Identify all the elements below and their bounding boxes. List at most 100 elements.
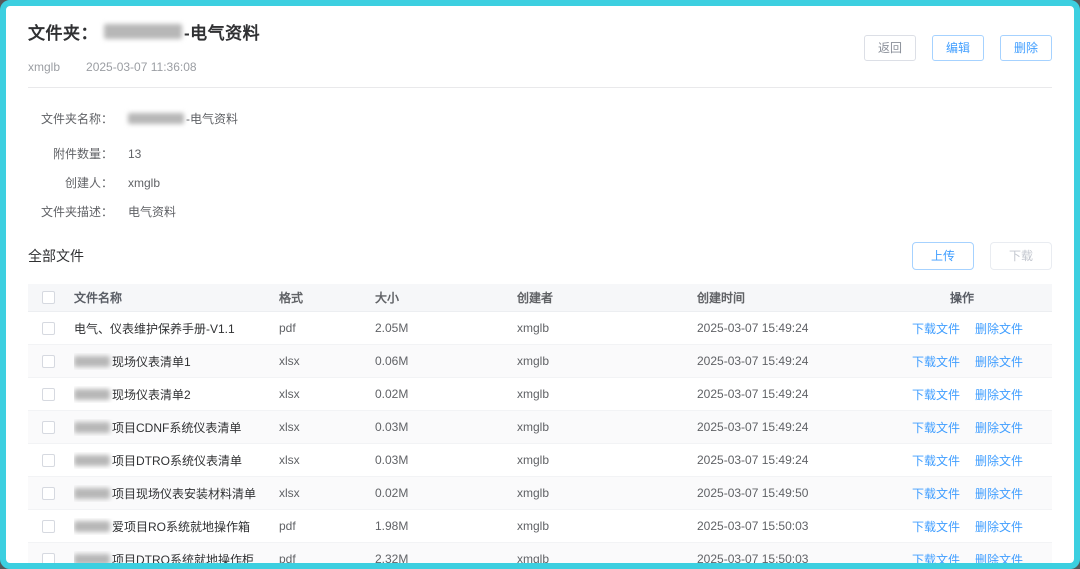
row-checkbox[interactable] <box>42 487 55 500</box>
row-checkbox[interactable] <box>42 553 55 566</box>
info-row-folder-name: 文件夹名称： -电气资料 <box>28 110 1052 127</box>
file-name-cell: 现场仪表清单1 <box>74 353 279 370</box>
table-row: 项目DTRO系统就地操作柜 pdf 2.32M xmglb 2025-03-07… <box>28 543 1052 569</box>
download-file-link[interactable]: 下载文件 <box>912 320 960 337</box>
file-name-text: 项目DTRO系统就地操作柜 <box>112 551 254 568</box>
row-checkbox-cell <box>28 553 74 566</box>
row-checkbox[interactable] <box>42 355 55 368</box>
delete-file-link[interactable]: 删除文件 <box>975 386 1023 403</box>
row-checkbox-cell <box>28 454 74 467</box>
file-format: xlsx <box>279 486 375 500</box>
download-file-link[interactable]: 下载文件 <box>912 353 960 370</box>
page-title-suffix: -电气资料 <box>184 19 260 44</box>
file-format: xlsx <box>279 354 375 368</box>
download-file-link[interactable]: 下载文件 <box>912 485 960 502</box>
column-header-size: 大小 <box>375 289 517 306</box>
file-size: 0.02M <box>375 387 517 401</box>
row-checkbox-cell <box>28 520 74 533</box>
file-operations: 下载文件 删除文件 <box>912 452 1052 469</box>
download-file-link[interactable]: 下载文件 <box>912 452 960 469</box>
info-label: 文件夹名称： <box>28 110 113 127</box>
file-size: 1.98M <box>375 519 517 533</box>
edit-button[interactable]: 编辑 <box>932 35 984 61</box>
download-button[interactable]: 下载 <box>990 242 1052 270</box>
row-checkbox[interactable] <box>42 421 55 434</box>
row-checkbox-cell <box>28 355 74 368</box>
row-checkbox[interactable] <box>42 388 55 401</box>
file-created: 2025-03-07 15:49:24 <box>697 321 912 335</box>
file-format: pdf <box>279 552 375 566</box>
delete-file-link[interactable]: 删除文件 <box>975 452 1023 469</box>
redacted-folder-name <box>104 24 182 39</box>
file-table-header: 文件名称 格式 大小 创建者 创建时间 操作 <box>28 284 1052 312</box>
file-size: 2.32M <box>375 552 517 566</box>
redacted-name-prefix <box>74 389 110 400</box>
info-label: 附件数量： <box>28 145 113 162</box>
file-size: 0.03M <box>375 420 517 434</box>
column-header-file-name: 文件名称 <box>74 289 279 306</box>
file-name-text: 项目现场仪表安装材料清单 <box>112 485 256 502</box>
info-value: -电气资料 <box>128 110 238 127</box>
delete-file-link[interactable]: 删除文件 <box>975 320 1023 337</box>
file-operations: 下载文件 删除文件 <box>912 518 1052 535</box>
redacted-name-prefix <box>74 422 110 433</box>
file-operations: 下载文件 删除文件 <box>912 419 1052 436</box>
column-header-creator: 创建者 <box>517 289 697 306</box>
app-window: 文件夹： -电气资料 xmglb 2025-03-07 11:36:08 返回 … <box>0 0 1080 569</box>
redacted-folder-name <box>128 113 184 124</box>
file-table-body: 电气、仪表维护保养手册-V1.1 pdf 2.05M xmglb 2025-03… <box>28 312 1052 569</box>
info-label: 文件夹描述： <box>28 203 113 220</box>
row-checkbox[interactable] <box>42 520 55 533</box>
delete-file-link[interactable]: 删除文件 <box>975 518 1023 535</box>
file-created: 2025-03-07 15:49:24 <box>697 453 912 467</box>
file-created: 2025-03-07 15:50:03 <box>697 552 912 566</box>
file-creator: xmglb <box>517 519 697 533</box>
table-row: 项目CDNF系统仪表清单 xlsx 0.03M xmglb 2025-03-07… <box>28 411 1052 444</box>
header-checkbox-cell <box>28 291 74 304</box>
file-name-text: 项目CDNF系统仪表清单 <box>112 419 241 436</box>
download-file-link[interactable]: 下载文件 <box>912 518 960 535</box>
table-row: 电气、仪表维护保养手册-V1.1 pdf 2.05M xmglb 2025-03… <box>28 312 1052 345</box>
file-created: 2025-03-07 15:50:03 <box>697 519 912 533</box>
delete-file-link[interactable]: 删除文件 <box>975 419 1023 436</box>
download-file-link[interactable]: 下载文件 <box>912 551 960 568</box>
page-creator: xmglb <box>28 60 60 74</box>
page-meta: xmglb 2025-03-07 11:36:08 <box>28 60 1052 74</box>
file-name-cell: 电气、仪表维护保养手册-V1.1 <box>74 320 279 337</box>
redacted-name-prefix <box>74 554 110 565</box>
info-row-description: 文件夹描述： 电气资料 <box>28 203 1052 220</box>
back-button[interactable]: 返回 <box>864 35 916 61</box>
row-checkbox[interactable] <box>42 454 55 467</box>
file-creator: xmglb <box>517 486 697 500</box>
upload-button[interactable]: 上传 <box>912 242 974 270</box>
redacted-name-prefix <box>74 455 110 466</box>
row-checkbox[interactable] <box>42 322 55 335</box>
file-operations: 下载文件 删除文件 <box>912 353 1052 370</box>
info-value: xmglb <box>128 176 160 190</box>
file-size: 0.03M <box>375 453 517 467</box>
row-checkbox-cell <box>28 487 74 500</box>
file-creator: xmglb <box>517 420 697 434</box>
file-format: pdf <box>279 321 375 335</box>
file-format: xlsx <box>279 387 375 401</box>
folder-info: 文件夹名称： -电气资料 附件数量： 13 创建人： xmglb 文件夹描述： … <box>28 88 1052 220</box>
info-label: 创建人： <box>28 174 113 191</box>
select-all-checkbox[interactable] <box>42 291 55 304</box>
download-file-link[interactable]: 下载文件 <box>912 386 960 403</box>
info-row-attachment-count: 附件数量： 13 <box>28 145 1052 162</box>
file-name-text: 现场仪表清单2 <box>112 386 191 403</box>
file-creator: xmglb <box>517 453 697 467</box>
table-row: 现场仪表清单2 xlsx 0.02M xmglb 2025-03-07 15:4… <box>28 378 1052 411</box>
file-name-text: 现场仪表清单1 <box>112 353 191 370</box>
file-name-cell: 项目DTRO系统就地操作柜 <box>74 551 279 568</box>
delete-button[interactable]: 删除 <box>1000 35 1052 61</box>
download-file-link[interactable]: 下载文件 <box>912 419 960 436</box>
file-created: 2025-03-07 15:49:24 <box>697 420 912 434</box>
file-created: 2025-03-07 15:49:24 <box>697 354 912 368</box>
delete-file-link[interactable]: 删除文件 <box>975 485 1023 502</box>
file-name-cell: 项目现场仪表安装材料清单 <box>74 485 279 502</box>
delete-file-link[interactable]: 删除文件 <box>975 353 1023 370</box>
file-name-cell: 爱项目RO系统就地操作箱 <box>74 518 279 535</box>
delete-file-link[interactable]: 删除文件 <box>975 551 1023 568</box>
file-operations: 下载文件 删除文件 <box>912 320 1052 337</box>
